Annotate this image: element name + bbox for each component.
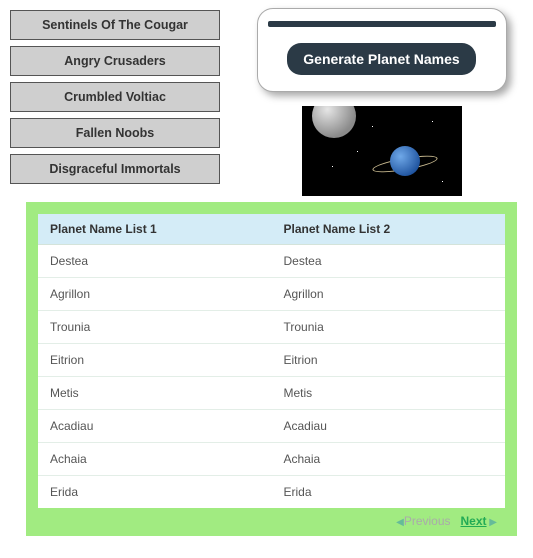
pager: ◀Previous Next ▶ [38,508,505,530]
table-row: TrouniaTrounia [38,311,505,344]
cell: Destea [38,245,272,278]
table-row: AchaiaAchaia [38,443,505,476]
planet-name-table-container: Planet Name List 1 Planet Name List 2 De… [26,202,517,536]
planet-icon [390,146,420,176]
name-button-4[interactable]: Disgraceful Immortals [10,154,220,184]
table-row: DesteaDestea [38,245,505,278]
cell: Agrillon [38,278,272,311]
generate-panel: Generate Planet Names [257,8,507,92]
cell: Metis [272,377,506,410]
name-button-0[interactable]: Sentinels Of The Cougar [10,10,220,40]
cell: Trounia [38,311,272,344]
table-row: EridaErida [38,476,505,509]
cell: Acadiau [272,410,506,443]
cell: Metis [38,377,272,410]
name-generator-buttons: Sentinels Of The Cougar Angry Crusaders … [10,10,220,196]
cell: Achaia [272,443,506,476]
cell: Destea [272,245,506,278]
next-arrow-icon: ▶ [487,517,497,528]
cell: Agrillon [272,278,506,311]
moon-icon [312,106,356,138]
table-row: EitrionEitrion [38,344,505,377]
cell: Eitrion [38,344,272,377]
name-button-3[interactable]: Fallen Noobs [10,118,220,148]
column-header-2: Planet Name List 2 [272,214,506,245]
cell: Erida [38,476,272,509]
panel-divider [268,21,496,27]
table-row: AcadiauAcadiau [38,410,505,443]
next-link[interactable]: Next [461,514,487,528]
cell: Achaia [38,443,272,476]
planet-image [302,106,462,196]
cell: Erida [272,476,506,509]
cell: Acadiau [38,410,272,443]
column-header-1: Planet Name List 1 [38,214,272,245]
table-row: MetisMetis [38,377,505,410]
table-row: AgrillonAgrillon [38,278,505,311]
cell: Eitrion [272,344,506,377]
prev-arrow-icon: ◀ [396,517,404,528]
cell: Trounia [272,311,506,344]
previous-link: Previous [404,514,451,528]
planet-name-table: Planet Name List 1 Planet Name List 2 De… [38,214,505,508]
generate-planet-names-button[interactable]: Generate Planet Names [287,43,475,75]
name-button-2[interactable]: Crumbled Voltiac [10,82,220,112]
name-button-1[interactable]: Angry Crusaders [10,46,220,76]
